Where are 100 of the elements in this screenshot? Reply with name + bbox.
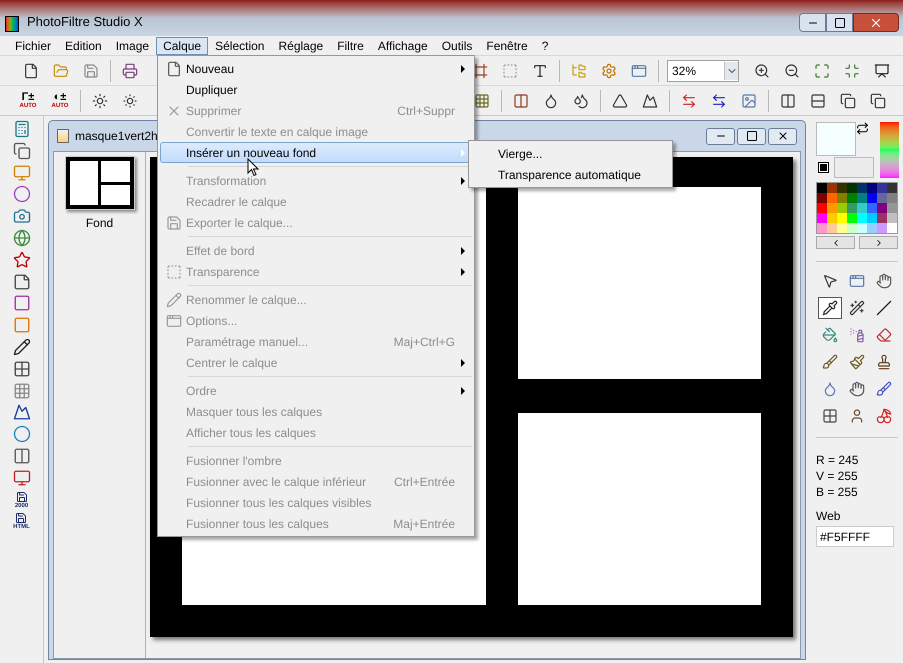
palette-swatch[interactable] <box>857 183 867 193</box>
menu-bar-item[interactable]: Affichage <box>370 36 435 54</box>
folder-icon[interactable] <box>53 62 69 78</box>
palette-swatch[interactable] <box>837 203 847 213</box>
wide-brush-icon[interactable] <box>876 381 892 397</box>
palette-swatch[interactable] <box>877 203 887 213</box>
spray-can-icon[interactable] <box>848 327 865 343</box>
palette-swatch[interactable] <box>837 213 847 223</box>
menu-bar-item[interactable]: Outils <box>434 36 480 54</box>
brush-icon[interactable] <box>822 354 838 370</box>
menu-bar-item[interactable]: Réglage <box>271 36 330 54</box>
foreground-color-swatch[interactable] <box>816 122 856 156</box>
palette-swatch[interactable] <box>827 223 837 233</box>
slideshow-icon[interactable] <box>874 62 890 78</box>
new-file-icon[interactable] <box>23 62 39 78</box>
palette-swatch[interactable] <box>857 193 867 203</box>
menu-item[interactable]: Dupliquer <box>160 79 472 100</box>
window-icon[interactable] <box>848 273 865 289</box>
palette-swatch[interactable] <box>847 193 857 203</box>
eraser-icon[interactable] <box>876 327 892 343</box>
gradient-arrow-icon[interactable] <box>711 92 727 108</box>
maximize-button[interactable] <box>826 13 853 32</box>
sun-plus-icon[interactable] <box>122 92 138 108</box>
palette-swatch[interactable] <box>847 213 857 223</box>
palette-swatch[interactable] <box>827 193 837 203</box>
histogram-icon[interactable] <box>12 403 30 422</box>
palette-swatch[interactable] <box>847 223 857 233</box>
folder-tree-icon[interactable] <box>571 62 587 78</box>
palette-swatch[interactable] <box>817 213 827 223</box>
palette-swatch[interactable] <box>817 223 827 233</box>
palette-swatch[interactable] <box>877 213 887 223</box>
zoom-out-icon[interactable] <box>784 62 800 78</box>
reset-colors-icon[interactable] <box>819 163 828 172</box>
close-button[interactable] <box>768 128 797 144</box>
menu-bar-item[interactable]: Fichier <box>8 36 58 54</box>
documents-icon[interactable] <box>12 142 30 160</box>
menu-item[interactable]: Vierge... <box>471 143 670 164</box>
menu-bar-item[interactable]: Fenêtre <box>479 36 535 54</box>
gear-icon[interactable] <box>601 62 617 78</box>
line-icon[interactable] <box>876 300 892 316</box>
window-icon[interactable] <box>631 62 647 78</box>
palette-swatch[interactable] <box>817 193 827 203</box>
menu-bar-item[interactable]: Image <box>108 36 156 54</box>
palette-swatch[interactable] <box>847 183 857 193</box>
drop-icon[interactable] <box>543 92 559 108</box>
swap-colors-icon[interactable] <box>856 122 869 135</box>
menu-bar-item[interactable]: ? <box>534 36 556 54</box>
star-icon[interactable] <box>12 250 30 269</box>
globe-icon[interactable] <box>12 228 30 247</box>
drops-icon[interactable] <box>573 92 589 108</box>
palette-swatch[interactable] <box>877 183 887 193</box>
save-icon[interactable] <box>83 62 99 78</box>
magic-wand-icon[interactable] <box>848 300 865 316</box>
palette-swatch[interactable] <box>837 183 847 193</box>
calculator-icon[interactable] <box>12 120 30 138</box>
palette-swatch[interactable] <box>867 193 877 203</box>
warp-grid-icon[interactable] <box>822 408 838 424</box>
menu-item[interactable]: Transparence automatique <box>471 164 670 185</box>
background-color-swatch[interactable] <box>834 157 874 178</box>
sphere-icon[interactable] <box>12 425 30 444</box>
menu-item[interactable]: Nouveau <box>160 58 472 79</box>
web-color-field[interactable]: #F5FFFF <box>816 526 894 547</box>
palette-swatch[interactable] <box>857 203 867 213</box>
menu-bar-item[interactable]: Filtre <box>330 36 371 54</box>
palette-swatch[interactable] <box>867 213 877 223</box>
palette-swatch[interactable] <box>827 183 837 193</box>
paint-bucket-icon[interactable] <box>822 327 838 343</box>
palette-swatch[interactable] <box>817 203 827 213</box>
menu-bar-item[interactable]: Sélection <box>208 36 272 54</box>
triangle-icon[interactable] <box>612 92 628 108</box>
pointer-icon[interactable] <box>822 273 838 289</box>
restore-button[interactable] <box>737 128 766 144</box>
camera-icon[interactable] <box>12 207 30 226</box>
text-tool-icon[interactable] <box>532 62 548 78</box>
palette-swatch[interactable] <box>857 223 867 233</box>
palette-swatch[interactable] <box>867 223 877 233</box>
palette-swatch[interactable] <box>857 213 867 223</box>
hand-icon[interactable] <box>876 273 892 289</box>
close-button[interactable] <box>853 13 899 32</box>
palette-swatch[interactable] <box>887 213 897 223</box>
palette-swatch[interactable] <box>887 193 897 203</box>
selection-icon[interactable] <box>502 62 518 78</box>
color-spectrum-bar[interactable] <box>880 122 899 178</box>
monitor-icon[interactable] <box>12 164 30 182</box>
menu-bar-item[interactable]: Edition <box>58 36 109 54</box>
palette-swatch[interactable] <box>827 203 837 213</box>
palette-swatch[interactable] <box>867 203 877 213</box>
palette-swatch[interactable] <box>887 183 897 193</box>
menu-bar-item[interactable]: Calque <box>156 36 208 54</box>
brush-plus-icon[interactable] <box>848 354 865 370</box>
palette-swatch[interactable] <box>847 203 857 213</box>
layer-item[interactable]: Fond <box>60 156 138 232</box>
grid-icon[interactable] <box>474 92 490 108</box>
zoom-field[interactable]: 32% <box>667 60 739 82</box>
stamp-icon[interactable] <box>876 354 892 370</box>
page-icon[interactable] <box>166 60 182 76</box>
eyedropper-icon[interactable] <box>822 300 838 316</box>
palette-swatch[interactable] <box>837 193 847 203</box>
spectrum-arrow-icon[interactable] <box>681 92 697 108</box>
note-icon[interactable] <box>12 272 30 291</box>
